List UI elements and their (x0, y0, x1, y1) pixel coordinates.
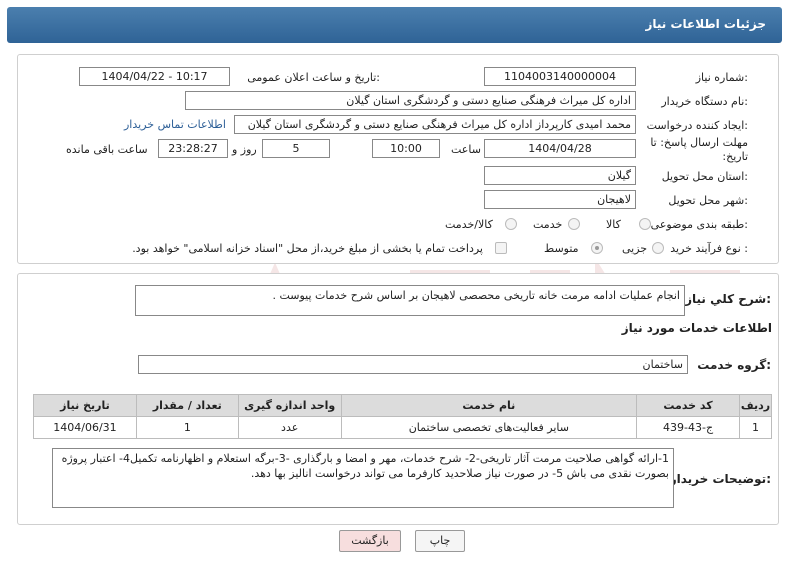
col-row-number: ردیف (738, 394, 773, 417)
need-number-label: شماره نیاز: (695, 71, 748, 84)
requester-field: محمد امیدی کارپرداز اداره کل میراث فرهنگ… (234, 115, 636, 134)
requester-label: ایجاد کننده درخواست: (646, 119, 748, 132)
category-radio-service[interactable] (568, 218, 580, 230)
page-title: جزئیات اطلاعات نیاز (645, 17, 766, 31)
cell-service-name: سایر فعالیت‌های تخصصی ساختمان (340, 416, 638, 439)
remaining-time-label: ساعت باقی مانده (66, 143, 148, 156)
services-table-header: تاریخ نیاز تعداد / مقدار واحد اندازه گیر… (33, 394, 773, 417)
category-option-goods-service: کالا/خدمت (445, 218, 493, 231)
process-radio-medium[interactable] (591, 242, 603, 254)
col-unit: واحد اندازه گیری (237, 394, 342, 417)
cell-row-number: 1 (738, 416, 773, 439)
days-field: 5 (262, 139, 330, 158)
buyer-org-field: اداره کل میراث فرهنگی صنایع دستی و گردشگ… (185, 91, 636, 110)
print-button[interactable]: چاپ (415, 530, 465, 552)
service-group-field: ساختمان (138, 355, 688, 374)
treasury-payment-note: پرداخت تمام یا بخشی از مبلغ خرید،از محل … (132, 242, 483, 255)
cell-unit: عدد (237, 416, 342, 439)
table-row: 1404/06/31 1 عدد سایر فعالیت‌های تخصصی س… (33, 416, 773, 439)
days-label: روز و (232, 143, 257, 156)
announce-date-field: 1404/04/22 - 10:17 (79, 67, 230, 86)
col-quantity: تعداد / مقدار (135, 394, 239, 417)
category-label: طبقه بندی موضوعی: (650, 218, 748, 231)
back-button[interactable]: بازگشت (339, 530, 401, 552)
deadline-time-label: ساعت (451, 143, 481, 156)
process-radio-minor[interactable] (652, 242, 664, 254)
buyer-contact-link[interactable]: اطلاعات تماس خریدار (124, 118, 226, 131)
process-label: نوع فرآیند خرید : (670, 242, 748, 255)
remaining-time-field: 23:28:27 (158, 139, 228, 158)
need-number-field: 1104003140000004 (484, 67, 636, 86)
col-need-date: تاریخ نیاز (33, 394, 137, 417)
city-field: لاهیجان (484, 190, 636, 209)
description-textarea[interactable]: انجام عملیات ادامه مرمت خانه تاریخی محصص… (135, 285, 685, 316)
treasury-checkbox[interactable] (495, 242, 507, 254)
announce-date-label: تاریخ و ساعت اعلان عمومی: (247, 71, 380, 84)
deadline-date-field: 1404/04/28 (484, 139, 636, 158)
service-group-label: گروه خدمت: (697, 358, 771, 372)
buyer-notes-textarea[interactable]: 1-ارائه گواهی صلاحیت مرمت آثار تاریخی-2-… (52, 448, 674, 508)
services-table: تاریخ نیاز تعداد / مقدار واحد اندازه گیر… (33, 394, 773, 439)
buyer-org-label: نام دستگاه خریدار: (661, 95, 748, 108)
process-option-minor: جزیی (622, 242, 648, 255)
category-radio-goods-service[interactable] (505, 218, 517, 230)
buyer-notes-label: توضیحات خریدار: (669, 472, 771, 486)
category-option-service: خدمت (533, 218, 563, 231)
deadline-label: مهلت ارسال پاسخ: تا تاریخ: (650, 136, 748, 163)
header-bar: جزئیات اطلاعات نیاز (7, 7, 782, 43)
cell-service-code: ج-43-439 (636, 416, 740, 439)
province-label: استان محل تحویل: (661, 170, 748, 183)
cell-need-date: 1404/06/31 (33, 416, 137, 439)
deadline-time-field: 10:00 (372, 139, 440, 158)
col-service-name: نام خدمت (340, 394, 638, 417)
province-field: گیلان (484, 166, 636, 185)
col-service-code: کد خدمت (636, 394, 740, 417)
cell-quantity: 1 (135, 416, 239, 439)
services-section-title: اطلاعات خدمات مورد نیاز (621, 321, 772, 335)
category-option-goods: کالا (606, 218, 621, 231)
city-label: شهر محل تحویل: (668, 194, 748, 207)
category-radio-goods[interactable] (639, 218, 651, 230)
description-label: شرح كلي نياز: (685, 292, 771, 306)
process-option-medium: متوسط (544, 242, 579, 255)
